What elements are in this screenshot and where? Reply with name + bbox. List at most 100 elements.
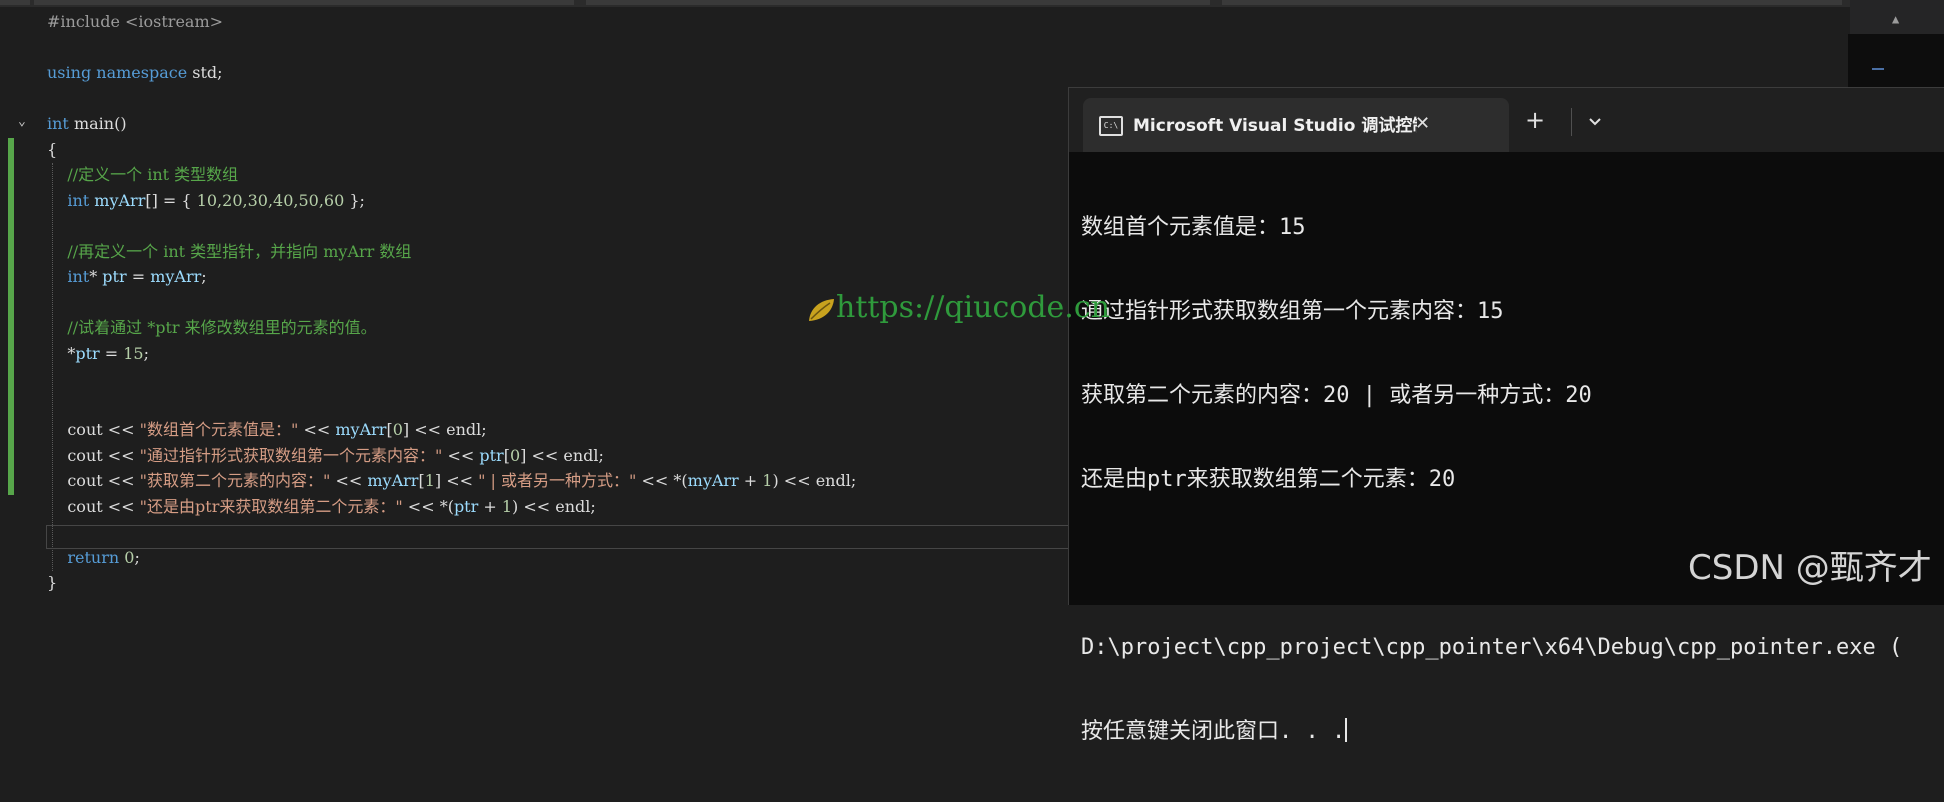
minimap-viewport[interactable] [1848, 34, 1944, 90]
code-token: "获取第二个元素的内容：" [139, 471, 331, 490]
code-line: return 0; [47, 546, 140, 570]
code-token: ; [201, 267, 207, 286]
minimap-marker [1872, 68, 1884, 70]
close-tab-icon[interactable]: ✕ [1415, 112, 1430, 136]
code-token: { [47, 139, 58, 159]
code-token: //试着通过 *ptr 来修改数组里的元素的值。 [47, 318, 377, 337]
csdn-credit: CSDN @甄齐才 [1688, 548, 1932, 588]
terminal-titlebar: C:\ Microsoft Visual Studio 调试控制台 ✕ + [1069, 88, 1944, 152]
code-token: ; [143, 343, 149, 363]
text-cursor [1345, 718, 1348, 742]
code-token: 1 [424, 471, 435, 490]
code-token: //定义一个 int 类型数组 [47, 165, 239, 184]
scroll-up-icon[interactable]: ▲ [1892, 12, 1899, 26]
code-token: << [298, 420, 336, 439]
code-token: main() [68, 114, 127, 133]
code-token: 1 [762, 471, 773, 490]
code-line: cout << "获取第二个元素的内容：" << myArr[1] << " |… [47, 469, 856, 493]
code-token: cout << [47, 496, 140, 516]
code-token: ptr [75, 343, 100, 363]
code-token: int [47, 267, 90, 286]
output-line: 获取第二个元素的内容：20 | 或者另一种方式：20 [1081, 383, 1592, 408]
output-line: D:\project\cpp_project\cpp_pointer\x64\D… [1081, 635, 1903, 660]
code-line: //再定义一个 int 类型指针，并指向 myArr 数组 [47, 240, 411, 264]
output-line: 按任意键关闭此窗口. . . [1081, 719, 1346, 744]
code-line: int myArr[] = { 10,20,30,40,50,60 }; [47, 189, 365, 213]
code-line: cout << "通过指针形式获取数组第一个元素内容：" << ptr[0] <… [47, 444, 604, 468]
code-token: myArr [89, 190, 146, 210]
code-token: } [47, 573, 58, 592]
code-line: int* ptr = myArr; [47, 265, 207, 289]
code-token: myArr [687, 471, 739, 490]
code-token: 0 [509, 445, 521, 465]
code-line: #include <iostream> [47, 10, 223, 34]
code-token: << *( [402, 496, 454, 516]
code-token: "通过指针形式获取数组第一个元素内容：" [139, 445, 443, 465]
editor-tab-strip [0, 0, 1850, 7]
terminal-output[interactable]: 数组首个元素值是：15 通过指针形式获取数组第一个元素内容：15 获取第二个元素… [1081, 158, 1941, 802]
code-token: << *( [636, 471, 688, 490]
leaf-icon [809, 299, 834, 321]
chevron-down-icon[interactable] [1581, 108, 1609, 136]
console-icon: C:\ [1099, 116, 1123, 136]
code-token: + [478, 496, 502, 516]
debug-console-window[interactable]: C:\ Microsoft Visual Studio 调试控制台 ✕ + 数组… [1068, 87, 1944, 744]
tab-fragment[interactable] [34, 0, 574, 5]
code-token: myArr [335, 420, 387, 439]
code-token: ; [134, 547, 140, 567]
code-token: ) << endl; [772, 471, 857, 490]
terminal-tab-title: Microsoft Visual Studio 调试控制台 [1133, 116, 1417, 136]
code-token: " | 或者另一种方式：" [478, 471, 637, 490]
code-token: "还是由ptr来获取数组第二个元素：" [139, 496, 403, 516]
code-line: { [47, 138, 57, 162]
code-token: return [47, 547, 120, 567]
code-token: << [442, 445, 480, 465]
tab-fragment[interactable] [586, 0, 1210, 5]
code-line: int main() [47, 112, 127, 136]
code-token: = [99, 343, 124, 363]
code-token: 0 [392, 420, 403, 439]
code-token: using namespace [47, 63, 188, 82]
code-line: } [47, 571, 57, 595]
code-token: "数组首个元素值是：" [139, 420, 299, 439]
tab-fragment[interactable] [1222, 0, 1842, 5]
code-token: << [330, 471, 368, 490]
code-token: ] << [434, 471, 479, 490]
code-token: #include <iostream> [47, 12, 224, 31]
code-token: + [738, 471, 763, 490]
output-prompt-line: 按任意键关闭此窗口. . . [1081, 718, 1941, 746]
code-token: ] << endl; [402, 420, 487, 439]
code-token: ] << endl; [520, 445, 604, 465]
new-tab-button[interactable]: + [1525, 108, 1545, 132]
code-line: *ptr = 15; [47, 342, 149, 366]
terminal-tab[interactable]: C:\ Microsoft Visual Studio 调试控制台 ✕ [1083, 98, 1509, 152]
fold-chevron-icon[interactable]: ⌄ [18, 114, 26, 130]
output-line: 数组首个元素值是：15 [1081, 215, 1306, 240]
code-token: cout << [47, 471, 140, 490]
titlebar-divider [1571, 108, 1572, 136]
code-token: * [47, 343, 76, 363]
code-line: cout << "还是由ptr来获取数组第二个元素：" << *(ptr + 1… [47, 495, 596, 519]
watermark-url: https://qiucode.cn [836, 290, 1110, 325]
code-token: //再定义一个 int 类型指针，并指向 myArr 数组 [47, 241, 412, 261]
current-line-highlight [46, 525, 1078, 549]
code-line: using namespace std; [47, 61, 223, 85]
code-token: ptr [479, 445, 504, 465]
output-line: 通过指针形式获取数组第一个元素内容：15 [1081, 299, 1504, 324]
code-token: cout << [47, 420, 140, 439]
code-line: //试着通过 *ptr 来修改数组里的元素的值。 [47, 316, 377, 340]
code-token: = [126, 267, 151, 286]
code-token: 15 [123, 343, 144, 363]
code-token: }; [344, 190, 365, 210]
change-indicator-bar [8, 137, 14, 495]
code-token: * [89, 267, 103, 286]
code-token: [] = { [145, 190, 197, 210]
tab-fragment[interactable] [0, 0, 30, 5]
code-token: int [47, 114, 69, 133]
code-token: int [47, 190, 90, 210]
code-token: myArr [150, 267, 202, 286]
code-token: ) << endl; [512, 496, 596, 516]
code-token: ptr [102, 267, 127, 286]
code-token: 10,20,30,40,50,60 [196, 190, 345, 210]
code-token: 0 [124, 547, 135, 567]
